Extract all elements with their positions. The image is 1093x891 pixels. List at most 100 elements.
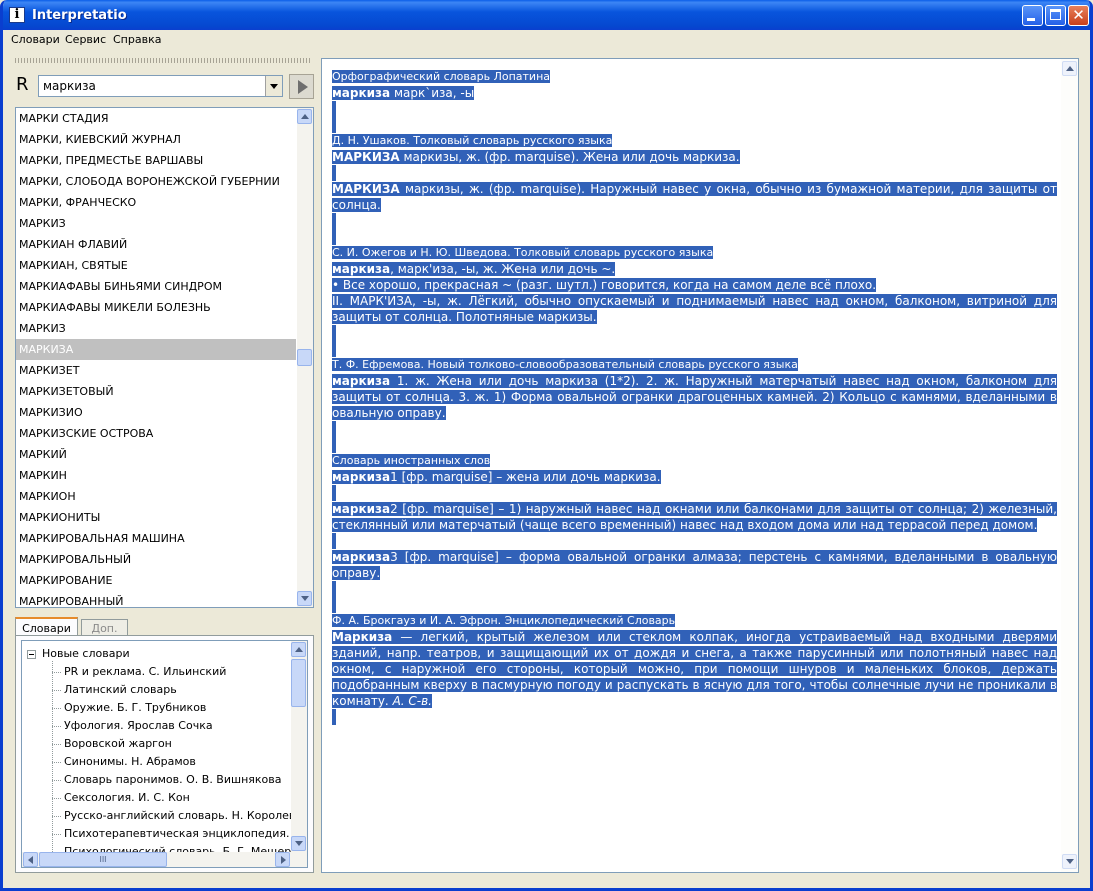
scroll-down-button[interactable] bbox=[297, 591, 312, 606]
list-item[interactable]: МАРКИН bbox=[16, 465, 296, 486]
maximize-button[interactable] bbox=[1045, 5, 1066, 26]
scroll-up-button[interactable] bbox=[1062, 61, 1077, 76]
dictionary-tree[interactable]: Новые словари PR и реклама. С. Ильинский… bbox=[21, 640, 308, 868]
menu-help[interactable]: Справка bbox=[113, 33, 161, 46]
source-title: Орфографический словарь Лопатина bbox=[332, 70, 551, 83]
list-item[interactable]: МАРКИЗЕТОВЫЙ bbox=[16, 381, 296, 402]
main-window: i Interpretatio ✕ Словари Сервис Справка… bbox=[0, 0, 1093, 891]
article-gap bbox=[332, 213, 1057, 229]
scroll-up-button[interactable] bbox=[297, 109, 312, 124]
scroll-left-button[interactable] bbox=[23, 852, 38, 867]
menu-dictionaries[interactable]: Словари bbox=[11, 33, 60, 46]
definition: , марк'иза, -ы, ж. Жена или дочь ~. bbox=[390, 262, 616, 276]
list-item[interactable]: МАРКИЗСКИЕ ОСТРОВА bbox=[16, 423, 296, 444]
word-list[interactable]: МАРКИ СТАДИЯ МАРКИ, КИЕВСКИЙ ЖУРНАЛ МАРКИ,… bbox=[15, 107, 314, 608]
tree-item[interactable]: Латинский словарь bbox=[64, 681, 177, 699]
tree-line bbox=[52, 726, 61, 727]
list-item[interactable]: МАРКИАФАВЫ БИНЬЯМИ СИНДРОМ bbox=[16, 276, 296, 297]
headword: маркиза bbox=[332, 502, 391, 516]
list-item[interactable]: МАРКИРОВАЛЬНАЯ МАШИНА bbox=[16, 528, 296, 549]
scroll-thumb[interactable] bbox=[297, 349, 312, 366]
definition: маркизы, ж. (фр. marquise). Жена или доч… bbox=[399, 150, 740, 164]
list-item[interactable]: МАРКИОН bbox=[16, 486, 296, 507]
splitter-grip[interactable] bbox=[15, 58, 311, 63]
tree-item[interactable]: Словарь паронимов. О. В. Вишнякова bbox=[64, 771, 281, 789]
list-item[interactable]: МАРКИРОВАНИЕ bbox=[16, 570, 296, 591]
tree-item[interactable]: Синонимы. Н. Абрамов bbox=[64, 753, 196, 771]
title-bar[interactable]: i Interpretatio ✕ bbox=[3, 0, 1090, 30]
headword: маркиза bbox=[332, 86, 391, 100]
tree-item[interactable]: Русско-английский словарь. Н. Королев bbox=[64, 807, 295, 825]
article-pane[interactable]: Орфографический словарь Лопатина маркиза … bbox=[321, 58, 1079, 873]
tree-line bbox=[52, 780, 61, 781]
search-input[interactable] bbox=[41, 77, 265, 95]
headword: Маркиза bbox=[332, 630, 393, 644]
definition: — легкий, крытый железом или стеклом кол… bbox=[332, 630, 1057, 708]
article-gap bbox=[332, 581, 1057, 597]
language-label: R bbox=[16, 74, 29, 95]
tab-dictionaries[interactable]: Словари bbox=[15, 617, 78, 636]
article-gap bbox=[332, 597, 1057, 613]
list-item[interactable]: МАРКИРОВАННЫЙ bbox=[16, 591, 296, 607]
list-item[interactable]: МАРКИОНИТЫ bbox=[16, 507, 296, 528]
chevron-down-icon[interactable] bbox=[265, 76, 282, 96]
tree-item[interactable]: Психотерапевтическая энциклопедия. bbox=[64, 825, 290, 843]
list-item[interactable]: МАРКИ СТАДИЯ bbox=[16, 108, 296, 129]
list-item[interactable]: МАРКИРОВАЛЬНЫЙ bbox=[16, 549, 296, 570]
list-item[interactable]: МАРКИ, СЛОБОДА ВОРОНЕЖСКОЙ ГУБЕРНИИ bbox=[16, 171, 296, 192]
list-item[interactable]: МАРКИЗЕТ bbox=[16, 360, 296, 381]
article-gap bbox=[332, 421, 1057, 437]
article-entry: • Все хорошо, прекрасная ~ (разг. шутл.)… bbox=[332, 277, 1057, 293]
info-icon: i bbox=[9, 7, 25, 23]
tree-hscrollbar[interactable]: III bbox=[22, 852, 307, 867]
menu-service[interactable]: Сервис bbox=[65, 33, 106, 46]
article-entry: Маркиза — легкий, крытый железом или сте… bbox=[332, 629, 1057, 709]
source-title: Ф. А. Брокгауз и И. А. Эфрон. Энциклопед… bbox=[332, 614, 676, 627]
list-item[interactable]: МАРКИЗИО bbox=[16, 402, 296, 423]
headword: МАРКИЗА bbox=[332, 150, 400, 164]
tree-vscrollbar[interactable] bbox=[291, 641, 307, 852]
tree-item[interactable]: Уфология. Ярослав Сочка bbox=[64, 717, 213, 735]
article-gap bbox=[332, 533, 1057, 549]
scroll-right-button[interactable] bbox=[275, 852, 290, 867]
headword: маркиза bbox=[332, 550, 391, 564]
scroll-down-button[interactable] bbox=[291, 836, 306, 851]
scroll-thumb[interactable] bbox=[291, 659, 306, 707]
tree-item[interactable]: Воровской жаргон bbox=[64, 735, 172, 753]
article-gap bbox=[332, 341, 1057, 357]
list-item[interactable]: МАРКИЙ bbox=[16, 444, 296, 465]
scroll-thumb[interactable]: III bbox=[39, 852, 167, 867]
list-item[interactable]: МАРКИЗ bbox=[16, 213, 296, 234]
close-icon: ✕ bbox=[1072, 6, 1085, 24]
signature: А. С-в. bbox=[388, 694, 432, 708]
article-scrollbar[interactable] bbox=[1061, 59, 1078, 872]
list-item[interactable]: МАРКИЗА bbox=[16, 339, 296, 360]
article-gap bbox=[332, 485, 1057, 501]
dictionary-source: Орфографический словарь Лопатина bbox=[332, 69, 1057, 85]
list-item[interactable]: МАРКИ, ПРЕДМЕСТЬЕ ВАРШАВЫ bbox=[16, 150, 296, 171]
tree-item[interactable]: Оружие. Б. Г. Трубников bbox=[64, 699, 206, 717]
tree-item[interactable]: PR и реклама. С. Ильинский bbox=[64, 663, 226, 681]
search-combobox[interactable] bbox=[38, 75, 283, 97]
list-item[interactable]: МАРКИ, КИЕВСКИЙ ЖУРНАЛ bbox=[16, 129, 296, 150]
scroll-down-button[interactable] bbox=[1062, 854, 1077, 869]
go-button[interactable] bbox=[289, 74, 314, 99]
tab-extra[interactable]: Доп. bbox=[81, 619, 128, 636]
tree-line bbox=[52, 672, 61, 673]
list-item[interactable]: МАРКИЗ bbox=[16, 318, 296, 339]
list-item[interactable]: МАРКИАН ФЛАВИЙ bbox=[16, 234, 296, 255]
tree-root[interactable]: Новые словари bbox=[42, 645, 130, 663]
list-item[interactable]: МАРКИАН, СВЯТЫЕ bbox=[16, 255, 296, 276]
tree-item[interactable]: Сексология. И. С. Кон bbox=[64, 789, 190, 807]
minimize-button[interactable] bbox=[1022, 5, 1043, 26]
word-list-scrollbar[interactable] bbox=[297, 108, 313, 607]
dictionary-source: Словарь иностранных слов bbox=[332, 453, 1057, 469]
article-entry: маркиза3 [фр. marquise] – форма овальной… bbox=[332, 549, 1057, 581]
article-entry: маркиза 1. ж. Жена или дочь маркиза (1*2… bbox=[332, 373, 1057, 421]
collapse-icon[interactable] bbox=[27, 650, 36, 659]
article-gap bbox=[332, 165, 1057, 181]
list-item[interactable]: МАРКИАФАВЫ МИКЕЛИ БОЛЕЗНЬ bbox=[16, 297, 296, 318]
scroll-up-button[interactable] bbox=[291, 642, 306, 657]
close-button[interactable]: ✕ bbox=[1068, 5, 1089, 26]
list-item[interactable]: МАРКИ, ФРАНЧЕСКО bbox=[16, 192, 296, 213]
